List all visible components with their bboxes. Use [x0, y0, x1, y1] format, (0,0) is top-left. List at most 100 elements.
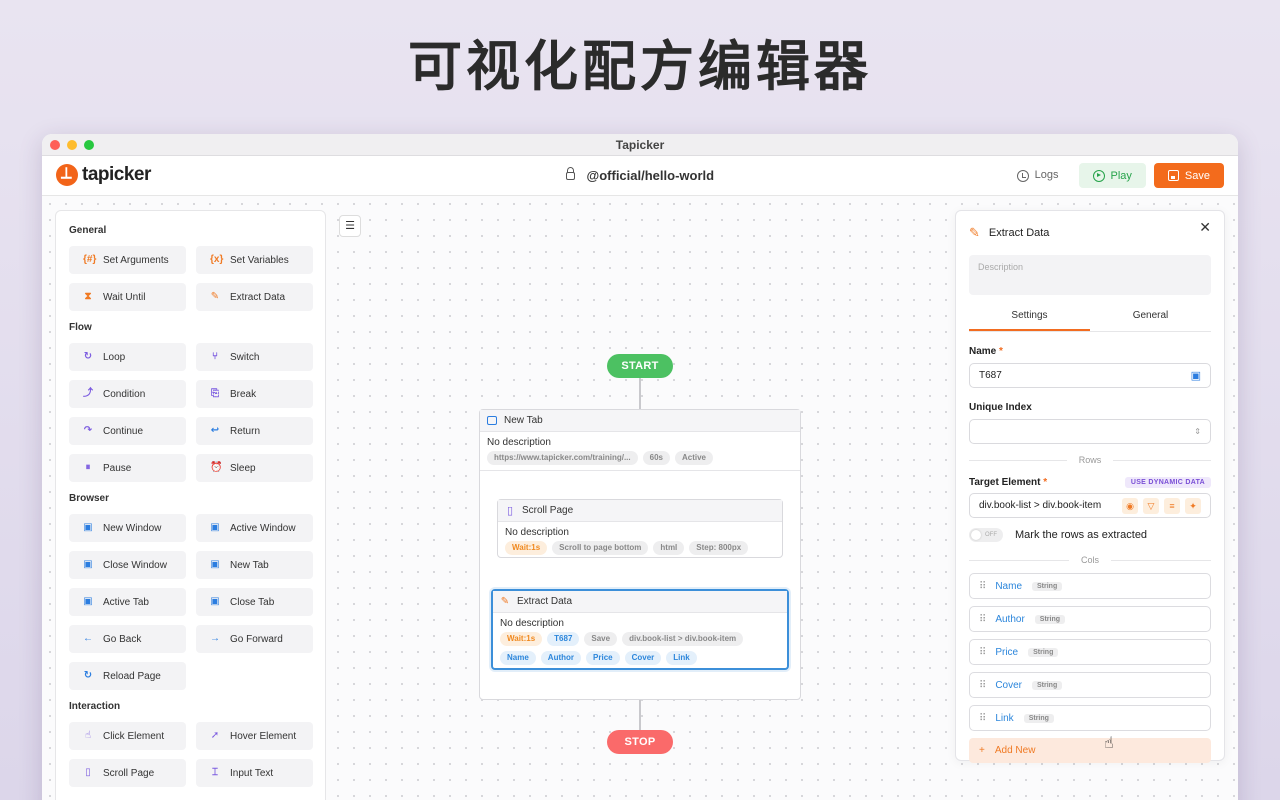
mark-rows-toggle[interactable]: OFF [969, 528, 1003, 542]
palette-item-reload-page[interactable]: ↻ Reload Page [69, 662, 186, 690]
palette-item-active-tab[interactable]: ▣ Active Tab [69, 588, 186, 616]
go-back-icon: ← [83, 633, 93, 644]
use-dynamic-data-button[interactable]: USE DYNAMIC DATA [1124, 476, 1211, 488]
collapse-icon: ☰ [345, 220, 355, 232]
col-row[interactable]: ⠿ Price String [969, 639, 1211, 665]
palette-item-close-window[interactable]: ▣ Close Window [69, 551, 186, 579]
palette-item-set-arguments[interactable]: {#} Set Arguments [69, 246, 186, 274]
palette-item-extract-data[interactable]: ✎ Extract Data [196, 283, 313, 311]
drag-handle-icon[interactable]: ⠿ [979, 680, 986, 691]
sleep-icon: ⏰ [210, 462, 223, 473]
mouse-icon: ▯ [506, 504, 514, 517]
app-window: Tapicker tapicker @official/hello-world … [42, 134, 1238, 800]
palette-item-click-element[interactable]: ☝ Click Element [69, 722, 186, 750]
palette-section-title: Flow [69, 322, 92, 333]
node-tag: Wait:1s [505, 541, 548, 555]
name-label: Name * [969, 346, 1003, 357]
col-row[interactable]: ⠿ Cover String [969, 672, 1211, 698]
node-description: No description [500, 618, 564, 629]
node-tag: Wait:1s [500, 632, 543, 646]
app-header: tapicker @official/hello-world Logs Play… [42, 156, 1238, 196]
add-new-col-button[interactable]: + Add New [969, 738, 1211, 763]
col-row[interactable]: ⠿ Link String [969, 705, 1211, 731]
palette-item-break[interactable]: ⎘ Break [196, 380, 313, 408]
unique-index-select[interactable]: ⇕ [969, 419, 1211, 444]
drag-handle-icon[interactable]: ⠿ [979, 647, 986, 658]
node-tags: Wait:1s Scroll to page bottom html Step:… [498, 541, 782, 555]
palette-item-pause[interactable]: ⏸ Pause [69, 454, 186, 482]
drag-handle-icon[interactable]: ⠿ [979, 713, 986, 724]
palette-item-label: Close Window [103, 559, 167, 571]
recipe-path-text[interactable]: @official/hello-world [587, 168, 715, 183]
zoom-window-button[interactable] [84, 140, 94, 150]
editor-canvas[interactable]: General {#} Set Arguments {x} Set Variables ⧗… [42, 196, 1238, 800]
palette-item-sleep[interactable]: ⏰ Sleep [196, 454, 313, 482]
collapse-palette-button[interactable]: ☰ [339, 215, 361, 237]
palette-item-return[interactable]: ↩ Return [196, 417, 313, 445]
palette-item-wait-until[interactable]: ⧗ Wait Until [69, 283, 186, 311]
history-icon [1016, 169, 1029, 182]
step-palette: General {#} Set Arguments {x} Set Variables ⧗… [55, 210, 326, 800]
scroll-page-node[interactable]: ▯ Scroll Page No description Wait:1s Scr… [497, 499, 783, 558]
tab-settings[interactable]: Settings [969, 306, 1090, 331]
target-element-input[interactable]: div.book-list > div.book-item ◉ ▽ ≡ ✦ [969, 493, 1211, 518]
palette-item-loop[interactable]: ↻ Loop [69, 343, 186, 371]
tab-general[interactable]: General [1090, 306, 1211, 331]
filter-icon[interactable]: ▽ [1143, 497, 1159, 514]
save-button[interactable]: Save [1153, 163, 1224, 188]
description-input[interactable]: Description [969, 255, 1211, 295]
drag-handle-icon[interactable]: ⠿ [979, 614, 986, 625]
minimize-window-button[interactable] [67, 140, 77, 150]
loop-icon: ↻ [83, 351, 93, 362]
palette-item-label: Continue [103, 425, 144, 437]
palette-item-label: Set Arguments [103, 254, 169, 266]
cols-divider: Cols [969, 554, 1211, 566]
palette-item-go-back[interactable]: ← Go Back [69, 625, 186, 653]
node-tags: Wait:1s T687 Save div.book-list > div.bo… [493, 632, 787, 665]
set-variables-icon: {x} [210, 254, 224, 265]
play-button[interactable]: Play [1078, 163, 1146, 188]
close-icon[interactable]: ✕ [1199, 219, 1211, 236]
palette-item-label: Set Variables [230, 254, 289, 266]
palette-item-input-text[interactable]: ⌶ Input Text [196, 759, 313, 787]
palette-item-new-tab[interactable]: ▣ New Tab [196, 551, 313, 579]
flow-stop[interactable]: STOP [607, 730, 673, 754]
palette-item-switch[interactable]: ⑂ Switch [196, 343, 313, 371]
close-tab-icon: ▣ [210, 596, 220, 607]
logs-button[interactable]: Logs [1005, 163, 1071, 188]
name-input[interactable]: T687 ▣ [969, 363, 1211, 388]
palette-item-scroll-page[interactable]: ▯ Scroll Page [69, 759, 186, 787]
brand-logo[interactable]: tapicker [56, 164, 151, 186]
col-type-badge: String [1034, 614, 1066, 624]
drag-handle-icon[interactable]: ⠿ [979, 581, 986, 592]
set-arguments-icon: {#} [83, 254, 97, 265]
active-tab-icon: ▣ [83, 596, 93, 607]
node-tag: div.book-list > div.book-item [622, 632, 744, 646]
palette-item-continue[interactable]: ↷ Continue [69, 417, 186, 445]
extract-data-node[interactable]: ✎ Extract Data No description Wait:1s T6… [491, 589, 789, 670]
palette-item-condition[interactable]: ⤴ Condition [69, 380, 186, 408]
unique-index-label: Unique Index [969, 402, 1032, 413]
palette-section-grid: ↻ Loop ⑂ Switch ⤴ Condition ⎘ Break ↷ Continue ↩ Re… [69, 343, 313, 482]
col-row[interactable]: ⠿ Author String [969, 606, 1211, 632]
palette-item-set-variables[interactable]: {x} Set Variables [196, 246, 313, 274]
palette-item-go-forward[interactable]: → Go Forward [196, 625, 313, 653]
panel-title: Extract Data [988, 227, 1050, 239]
node-tags: https://www.tapicker.com/training/... 60… [480, 451, 800, 465]
panel-tabs: Settings General [969, 306, 1211, 332]
magic-wand-icon[interactable]: ✦ [1185, 497, 1201, 514]
col-name: Price [995, 646, 1019, 658]
variable-icon[interactable]: ▣ [1191, 369, 1201, 382]
eye-icon[interactable]: ◉ [1122, 497, 1138, 514]
palette-item-active-window[interactable]: ▣ Active Window [196, 514, 313, 542]
flow-start[interactable]: START [607, 354, 673, 378]
list-icon[interactable]: ≡ [1164, 497, 1180, 514]
close-window-button[interactable] [50, 140, 60, 150]
save-icon [1167, 170, 1179, 181]
col-row[interactable]: ⠿ Name String [969, 573, 1211, 599]
palette-item-hover-element[interactable]: ➚ Hover Element [196, 722, 313, 750]
mark-rows-label: Mark the rows as extracted [1015, 529, 1148, 541]
palette-item-close-tab[interactable]: ▣ Close Tab [196, 588, 313, 616]
palette-item-new-window[interactable]: ▣ New Window [69, 514, 186, 542]
name-value: T687 [979, 370, 1002, 381]
